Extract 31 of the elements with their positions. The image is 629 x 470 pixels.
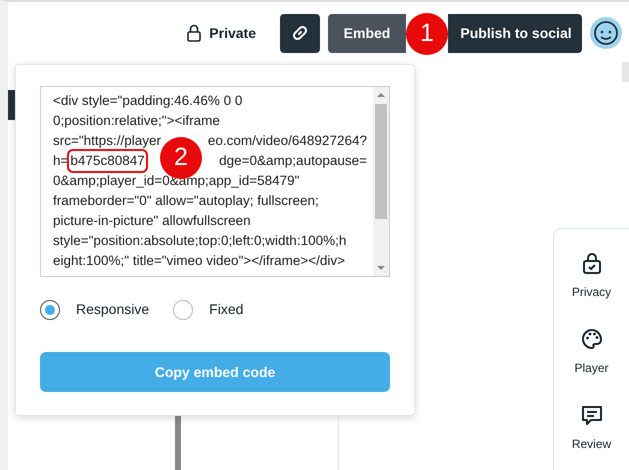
avatar[interactable] <box>590 17 622 49</box>
side-panel-tab[interactable]: Player <box>562 327 622 377</box>
radio-button[interactable] <box>40 300 60 320</box>
side-panel-tab[interactable]: Privacy <box>562 251 622 301</box>
size-radio-option[interactable]: Fixed <box>173 299 244 320</box>
side-panel-tab[interactable]: Review <box>562 403 622 453</box>
code-text: style="position:absolute;top:0;left:0;width:100%;h <box>53 232 346 250</box>
link-icon <box>291 24 309 42</box>
callout-marker: 1 <box>406 13 448 55</box>
code-text: eo.com/video/648927264? <box>208 132 367 150</box>
bar <box>175 414 181 470</box>
code-text: eight:100%;" title="vimeo video"></iframe></div> <box>53 252 346 270</box>
scrollbar[interactable] <box>373 87 389 276</box>
code-text: h= <box>53 152 68 170</box>
embed-button[interactable]: Embed <box>328 14 406 52</box>
code-text: <div style="padding:46.46% 0 0 <box>53 92 242 110</box>
lock-icon <box>187 24 202 42</box>
code-text: dge=0&amp;autopause= <box>219 152 367 170</box>
scrollbar[interactable] <box>622 62 629 82</box>
speech-bubble-icon <box>580 403 604 427</box>
privacy-button[interactable]: Private <box>181 22 262 44</box>
code-text: src="https://player <box>53 132 161 150</box>
radio-button[interactable] <box>173 300 194 320</box>
size-radio-option[interactable]: Responsive <box>40 299 150 320</box>
code-text: frameborder="0" allow="autoplay; fullscreen; <box>53 192 319 210</box>
code-text: picture-in-picture" allowfullscreen <box>53 212 251 230</box>
publish-button[interactable]: Publish to social <box>448 14 582 52</box>
highlighted-code-text: b475c80847 <box>69 151 146 171</box>
palette-icon <box>580 327 604 351</box>
code-text: 0;position:relative;"><iframe <box>53 112 220 130</box>
link-button[interactable] <box>280 14 320 52</box>
